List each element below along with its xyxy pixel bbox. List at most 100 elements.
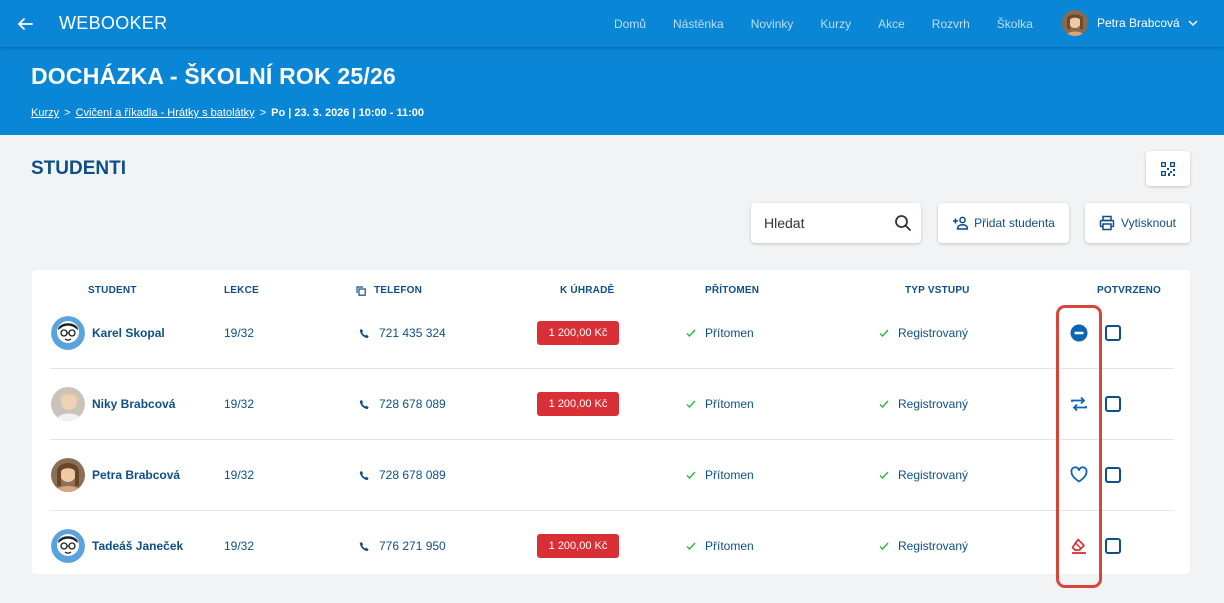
entry-type-label: Registrovaný	[898, 468, 969, 482]
nav-item-novinky[interactable]: Novinky	[751, 17, 794, 31]
phone-cell[interactable]: 728 678 089	[359, 397, 446, 411]
add-user-icon	[953, 216, 969, 230]
present-label: Přítomen	[705, 326, 754, 340]
column-header-student: STUDENT	[88, 285, 137, 296]
search-icon[interactable]	[894, 214, 912, 232]
column-header-pritomen: PŘÍTOMEN	[705, 285, 760, 296]
check-icon	[686, 329, 696, 338]
breadcrumb-separator: >	[259, 107, 267, 119]
present-status: Přítomen	[686, 397, 754, 411]
column-header-telefon-label: TELEFON	[374, 285, 423, 296]
main-nav: Domů Nástěnka Novinky Kurzy Akce Rozvrh …	[614, 0, 1033, 47]
qr-code-icon	[1161, 161, 1175, 176]
add-student-button[interactable]: Přidat studenta	[938, 203, 1069, 243]
column-header-typ-vstupu: TYP VSTUPU	[905, 285, 970, 296]
qr-code-button[interactable]	[1146, 151, 1190, 186]
avatar	[51, 316, 85, 350]
present-status: Přítomen	[686, 326, 754, 340]
check-icon	[686, 400, 696, 409]
row-divider	[50, 510, 1174, 511]
lesson-count: 19/32	[224, 539, 255, 553]
add-student-label: Přidat studenta	[974, 216, 1055, 230]
phone-number: 728 678 089	[379, 468, 446, 482]
top-navbar: WEBOOKER Domů Nástěnka Novinky Kurzy Akc…	[0, 0, 1224, 47]
phone-icon	[359, 541, 369, 551]
copy-icon[interactable]	[356, 285, 366, 296]
avatar	[51, 529, 85, 563]
breadcrumb: Kurzy > Cvičení a říkadla - Hrátky s bat…	[31, 107, 424, 119]
nav-item-kurzy[interactable]: Kurzy	[820, 17, 851, 31]
check-icon	[879, 542, 889, 551]
present-status: Přítomen	[686, 468, 754, 482]
user-menu[interactable]: Petra Brabcová	[1062, 9, 1198, 37]
entry-type: Registrovaný	[879, 539, 968, 553]
entry-type: Registrovaný	[879, 468, 968, 482]
user-name: Petra Brabcová	[1097, 16, 1180, 30]
print-label: Vytisknout	[1121, 216, 1176, 230]
phone-cell[interactable]: 728 678 089	[359, 468, 446, 482]
entry-type-label: Registrovaný	[898, 539, 969, 553]
present-label: Přítomen	[705, 468, 754, 482]
phone-number: 728 678 089	[379, 397, 446, 411]
lesson-count: 19/32	[224, 326, 255, 340]
nav-item-akce[interactable]: Akce	[878, 17, 905, 31]
price-badge: 1 200,00 Kč	[537, 392, 619, 416]
confirm-checkbox[interactable]	[1105, 396, 1121, 412]
phone-cell[interactable]: 721 435 324	[359, 326, 446, 340]
price-badge: 1 200,00 Kč	[537, 321, 619, 345]
entry-type: Registrovaný	[879, 397, 968, 411]
price-badge: 1 200,00 Kč	[537, 534, 619, 558]
check-icon	[686, 542, 696, 551]
present-status: Přítomen	[686, 539, 754, 553]
phone-icon	[359, 470, 369, 480]
confirm-checkbox[interactable]	[1105, 467, 1121, 483]
page-header: DOCHÁZKA - ŠKOLNÍ ROK 25/26 Kurzy > Cvič…	[0, 47, 1224, 135]
entry-type-label: Registrovaný	[898, 397, 969, 411]
check-icon	[879, 471, 889, 480]
nav-item-skolka[interactable]: Školka	[997, 17, 1033, 31]
column-header-k-uhrade: K ÚHRADĚ	[560, 285, 615, 296]
present-label: Přítomen	[705, 539, 754, 553]
highlight-frame	[1056, 305, 1102, 588]
section-title: STUDENTI	[31, 158, 126, 179]
present-label: Přítomen	[705, 397, 754, 411]
app-brand[interactable]: WEBOOKER	[59, 13, 167, 34]
phone-number: 776 271 950	[379, 539, 446, 553]
student-name[interactable]: Petra Brabcová	[92, 468, 180, 482]
chevron-down-icon	[1188, 20, 1198, 27]
page-title: DOCHÁZKA - ŠKOLNÍ ROK 25/26	[31, 63, 396, 89]
back-arrow-icon[interactable]	[5, 4, 45, 44]
confirm-checkbox[interactable]	[1105, 325, 1121, 341]
printer-icon	[1099, 215, 1115, 231]
student-name[interactable]: Niky Brabcová	[92, 397, 175, 411]
check-icon	[686, 471, 696, 480]
entry-type-label: Registrovaný	[898, 326, 969, 340]
student-name[interactable]: Karel Skopal	[92, 326, 165, 340]
lesson-count: 19/32	[224, 397, 255, 411]
nav-item-rozvrh[interactable]: Rozvrh	[932, 17, 970, 31]
confirm-checkbox[interactable]	[1105, 538, 1121, 554]
search-field[interactable]	[751, 203, 921, 243]
print-button[interactable]: Vytisknout	[1085, 203, 1190, 243]
row-divider	[50, 368, 1174, 369]
row-divider	[50, 439, 1174, 440]
search-input[interactable]	[764, 215, 884, 231]
column-header-telefon: TELEFON	[356, 285, 422, 296]
nav-item-nastenka[interactable]: Nástěnka	[673, 17, 724, 31]
phone-number: 721 435 324	[379, 326, 446, 340]
column-header-potvrzeno: POTVRZENO	[1097, 285, 1162, 296]
breadcrumb-link-course[interactable]: Cvičení a říkadla - Hrátky s batolátky	[76, 107, 255, 119]
entry-type: Registrovaný	[879, 326, 968, 340]
phone-icon	[359, 328, 369, 338]
user-avatar	[1062, 10, 1088, 36]
breadcrumb-current: Po | 23. 3. 2026 | 10:00 - 11:00	[271, 107, 425, 119]
phone-cell[interactable]: 776 271 950	[359, 539, 446, 553]
check-icon	[879, 329, 889, 338]
column-header-lekce: LEKCE	[224, 285, 259, 296]
check-icon	[879, 400, 889, 409]
student-name[interactable]: Tadeáš Janeček	[92, 539, 183, 553]
breadcrumb-separator: >	[64, 107, 71, 119]
phone-icon	[359, 399, 369, 409]
breadcrumb-link-kurzy[interactable]: Kurzy	[31, 107, 59, 119]
nav-item-domu[interactable]: Domů	[614, 17, 646, 31]
